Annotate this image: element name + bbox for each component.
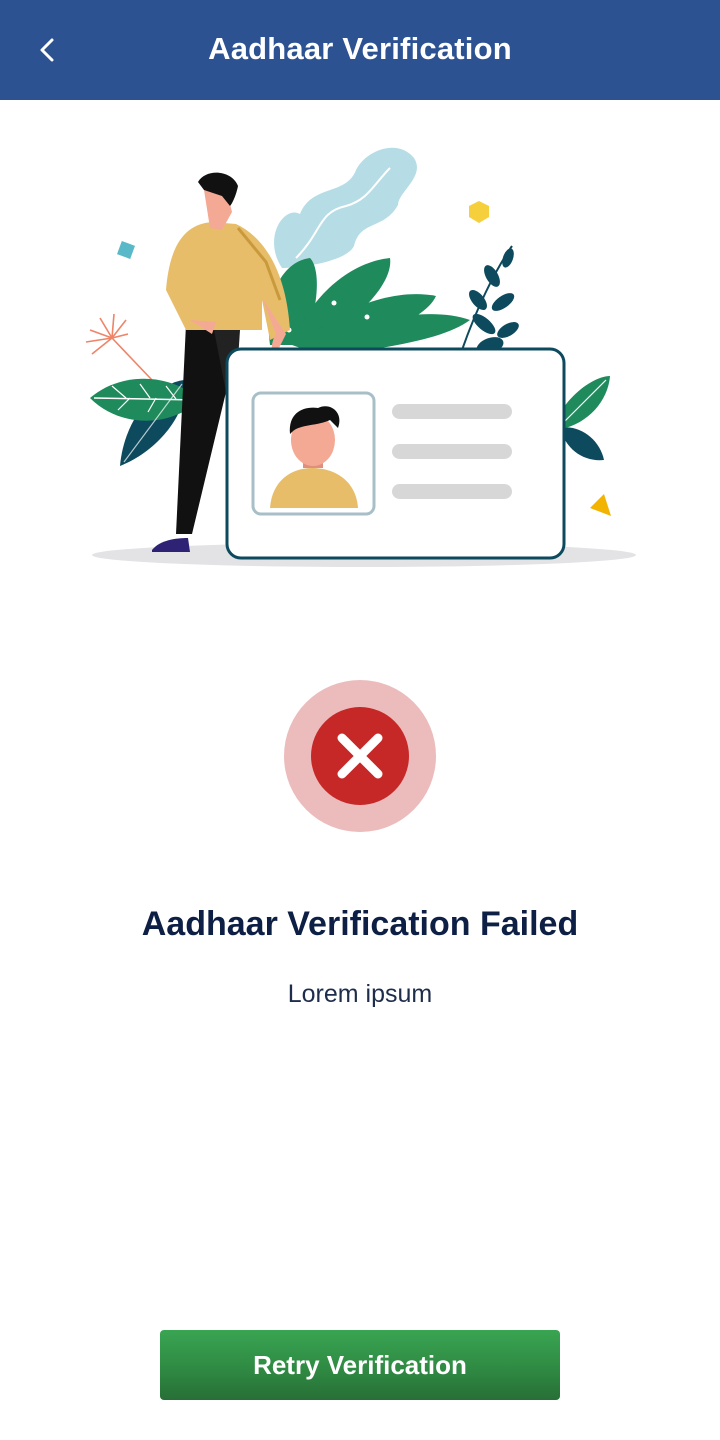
back-button[interactable] bbox=[28, 30, 68, 70]
chevron-left-icon bbox=[40, 38, 54, 62]
result-title: Aadhaar Verification Failed bbox=[141, 905, 579, 943]
dandelion-decor bbox=[85, 313, 153, 381]
green-fern bbox=[268, 258, 470, 356]
id-card bbox=[225, 347, 566, 560]
person-with-id-card-illustration bbox=[85, 147, 636, 567]
teal-square-decor bbox=[117, 241, 135, 259]
navy-sprig bbox=[461, 245, 519, 355]
retry-verification-button[interactable]: Retry Verification bbox=[160, 1330, 560, 1400]
error-x-icon bbox=[284, 680, 436, 832]
result-message: Lorem ipsum bbox=[287, 980, 433, 1008]
background-swirl bbox=[274, 147, 417, 268]
page-title: Aadhaar Verification bbox=[208, 31, 512, 66]
yellow-triangle-decor bbox=[590, 494, 611, 516]
app-bar: Aadhaar Verification bbox=[0, 0, 720, 100]
yellow-hexagon-decor bbox=[469, 201, 489, 223]
